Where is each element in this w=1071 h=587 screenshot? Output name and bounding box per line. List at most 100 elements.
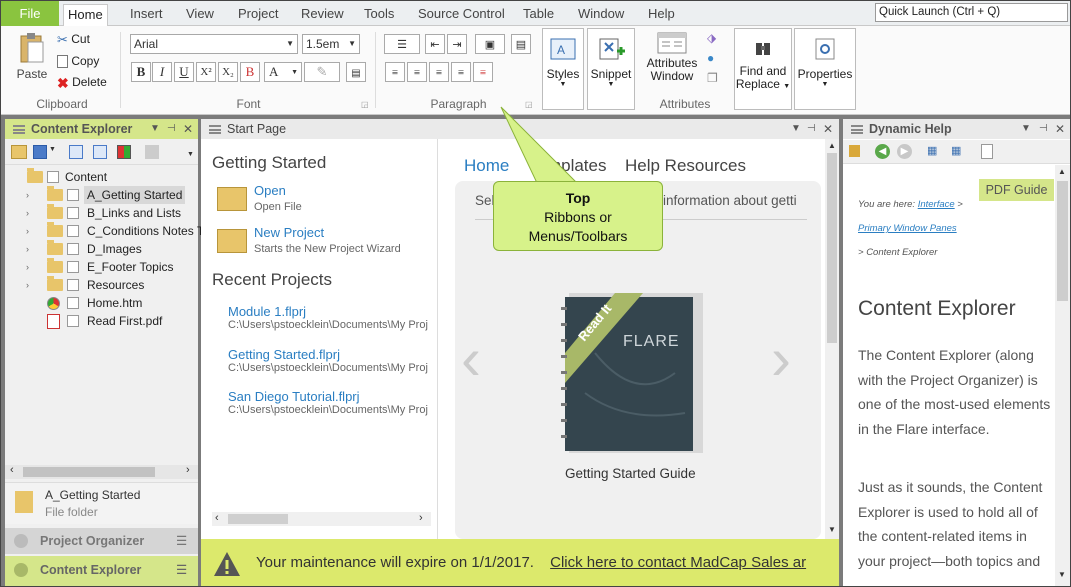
- forward-icon[interactable]: ▶: [897, 144, 912, 159]
- decrease-indent-button[interactable]: ⇤: [425, 34, 445, 54]
- highlight-button[interactable]: ✎: [304, 62, 340, 82]
- scroll-down-icon[interactable]: ▼: [1058, 570, 1066, 579]
- chevron-down-icon[interactable]: ▼: [187, 151, 194, 158]
- scroll-thumb[interactable]: [827, 153, 837, 343]
- quick-launch-input[interactable]: Quick Launch (Ctrl + Q): [875, 3, 1068, 22]
- breadcrumb-link-primary-window-panes[interactable]: Primary Window Panes: [858, 223, 957, 234]
- menu-icon[interactable]: ☰: [176, 528, 187, 554]
- recent-project-name[interactable]: Module 1.flprj: [228, 304, 433, 319]
- scroll-left-icon[interactable]: ‹: [10, 464, 14, 476]
- tree-item-d-images[interactable]: › D_Images: [5, 240, 198, 258]
- breadcrumb-link-interface[interactable]: Interface: [918, 199, 955, 210]
- tree-item-read-first-pdf[interactable]: Read First.pdf: [5, 312, 198, 330]
- recent-project-name[interactable]: San Diego Tutorial.flprj: [228, 389, 433, 404]
- paste-button[interactable]: Paste: [13, 32, 51, 82]
- back-icon[interactable]: ◀: [875, 144, 890, 159]
- tab-project[interactable]: Project: [234, 4, 282, 26]
- new-topic-icon[interactable]: [69, 145, 83, 159]
- recent-project-name[interactable]: Getting Started.flprj: [228, 347, 433, 362]
- font-color-button[interactable]: A ▼: [264, 62, 302, 82]
- cut-button[interactable]: ✂ Cut: [57, 30, 90, 48]
- close-icon[interactable]: ✕: [823, 119, 833, 139]
- tab-content-explorer[interactable]: Content Explorer ☰: [5, 556, 198, 586]
- italic-button[interactable]: I: [152, 62, 172, 82]
- scroll-right-icon[interactable]: ›: [419, 512, 423, 524]
- attributes-window-button[interactable]: Attributes Window: [643, 32, 701, 83]
- grip-icon[interactable]: [851, 125, 863, 134]
- snippet-button[interactable]: Snippet ▼: [587, 28, 635, 110]
- menu-icon[interactable]: ☰: [176, 556, 187, 584]
- folder-icon[interactable]: [11, 145, 27, 159]
- help-vertical-scrollbar[interactable]: ▲ ▼: [1055, 165, 1070, 586]
- align-center-button[interactable]: ≡: [407, 62, 427, 82]
- recent-project-item[interactable]: Module 1.flprj C:\Users\pstoecklein\Docu…: [228, 304, 433, 331]
- tab-home[interactable]: Home: [63, 4, 108, 27]
- styles-button[interactable]: A Styles ▼: [542, 28, 584, 110]
- scroll-right-icon[interactable]: ›: [186, 464, 190, 476]
- bold-button[interactable]: B: [131, 62, 151, 82]
- pdf-guide-button[interactable]: PDF Guide: [979, 179, 1054, 201]
- pin-icon[interactable]: ⊣: [1039, 119, 1048, 139]
- checkbox[interactable]: [67, 279, 79, 291]
- new-project-button[interactable]: New Project Starts the New Project Wizar…: [215, 225, 430, 257]
- expand-arrow-icon[interactable]: ›: [26, 186, 29, 204]
- tab-project-organizer[interactable]: Project Organizer ☰: [5, 528, 198, 554]
- show-in-toc-icon[interactable]: ▦: [951, 144, 964, 159]
- clear-alignment-button[interactable]: ≡: [473, 62, 493, 82]
- page-icon[interactable]: [981, 144, 993, 159]
- chevron-down-icon[interactable]: ▼: [791, 119, 801, 139]
- colors-icon[interactable]: [117, 145, 131, 159]
- contact-sales-link[interactable]: Click here to contact MadCap Sales ar: [550, 554, 806, 571]
- tree-item-a-getting-started[interactable]: › A_Getting Started: [5, 186, 198, 204]
- copy-button[interactable]: Copy: [57, 52, 99, 70]
- getting-started-guide-book[interactable]: Read It FLARE: [555, 293, 705, 453]
- checkbox[interactable]: [67, 225, 79, 237]
- properties-button[interactable]: Properties ▼: [794, 28, 856, 110]
- carousel-next-icon[interactable]: ›: [771, 329, 791, 389]
- tab-view[interactable]: View: [182, 4, 218, 26]
- expand-arrow-icon[interactable]: ›: [26, 204, 29, 222]
- clear-formatting-button[interactable]: B: [240, 62, 260, 82]
- scroll-down-icon[interactable]: ▼: [828, 525, 836, 534]
- sync-toc-icon[interactable]: ▦: [927, 144, 940, 159]
- scroll-thumb[interactable]: [1057, 181, 1068, 301]
- settings-icon[interactable]: [145, 145, 159, 159]
- tree-item-e-footer-topics[interactable]: › E_Footer Topics: [5, 258, 198, 276]
- checkbox[interactable]: [67, 189, 79, 201]
- tab-file[interactable]: File: [1, 1, 59, 26]
- tab-tools[interactable]: Tools: [360, 4, 398, 26]
- find-replace-button[interactable]: Find and Replace ▼: [734, 28, 792, 110]
- paragraph-style-button[interactable]: ▣: [475, 34, 505, 54]
- checkbox[interactable]: [67, 243, 79, 255]
- globe-icon[interactable]: ●: [707, 51, 714, 65]
- tree-item-content[interactable]: Content: [5, 168, 198, 186]
- font-dialog-launcher-icon[interactable]: ◲: [361, 100, 369, 109]
- bullet-list-button[interactable]: ☰: [384, 34, 420, 54]
- tab-help[interactable]: Help: [644, 4, 679, 26]
- grip-icon[interactable]: [13, 125, 25, 134]
- start-vertical-scrollbar[interactable]: ▲ ▼: [825, 139, 839, 539]
- scroll-left-icon[interactable]: ‹: [215, 512, 219, 524]
- scroll-thumb[interactable]: [23, 467, 155, 477]
- nav-help-resources[interactable]: Help Resources: [625, 156, 746, 176]
- underline-button[interactable]: U: [174, 62, 194, 82]
- close-icon[interactable]: ✕: [1055, 119, 1065, 139]
- chevron-down-icon[interactable]: ▼: [150, 119, 160, 139]
- increase-indent-button[interactable]: ⇥: [447, 34, 467, 54]
- format-painter-button[interactable]: ▤: [346, 62, 366, 82]
- align-left-button[interactable]: ≡: [385, 62, 405, 82]
- subscript-button[interactable]: X₂: [218, 62, 238, 82]
- chevron-down-icon[interactable]: ▼: [1021, 119, 1031, 139]
- open-file-button[interactable]: Open Open File: [215, 183, 430, 215]
- expand-arrow-icon[interactable]: ›: [26, 240, 29, 258]
- font-family-select[interactable]: Arial ▼: [130, 34, 298, 54]
- checkbox[interactable]: [67, 207, 79, 219]
- expand-arrow-icon[interactable]: ›: [26, 222, 29, 240]
- chevron-down-icon[interactable]: ▼: [49, 146, 56, 153]
- checkbox[interactable]: [47, 171, 59, 183]
- superscript-button[interactable]: X²: [196, 62, 216, 82]
- pin-icon[interactable]: ⊣: [807, 119, 816, 139]
- tab-source-control[interactable]: Source Control: [414, 4, 509, 26]
- checkbox[interactable]: [67, 261, 79, 273]
- copy-attributes-icon[interactable]: ❐: [707, 71, 718, 85]
